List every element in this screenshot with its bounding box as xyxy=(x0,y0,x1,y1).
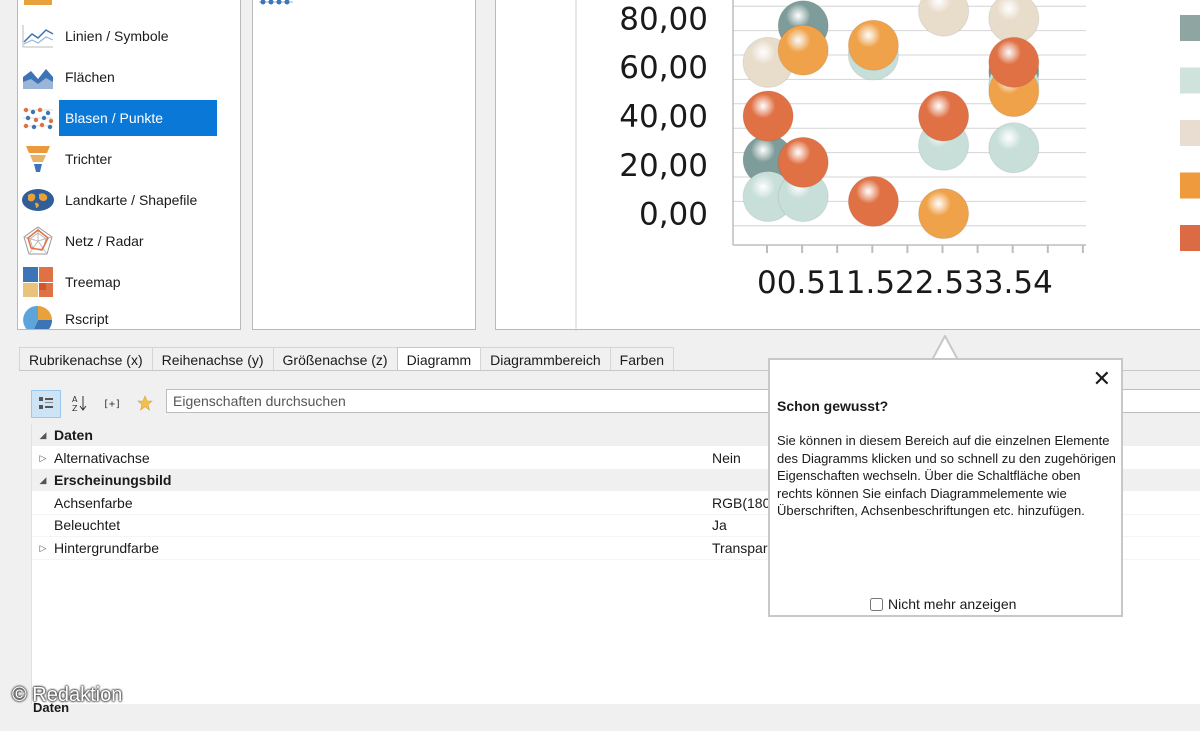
radar-chart-icon xyxy=(21,226,55,256)
chart-type-item-map[interactable]: Landkarte / Shapefile xyxy=(21,182,217,218)
y-axis-tick-label: 80,00 xyxy=(619,1,708,37)
add-property-icon: [+] xyxy=(103,397,121,412)
tab-0[interactable]: Rubrikenachse (x) xyxy=(19,347,153,371)
bubble-point[interactable] xyxy=(742,90,794,142)
property-name: Hintergrundfarbe xyxy=(54,539,160,556)
legend-swatch[interactable] xyxy=(1180,172,1200,199)
tip-title: Schon gewusst? xyxy=(777,398,889,414)
legend-swatch[interactable] xyxy=(1180,15,1200,41)
map-chart-icon xyxy=(21,185,55,215)
bubble-point[interactable] xyxy=(918,90,970,142)
chart-type-item-funnel[interactable]: Trichter xyxy=(21,141,217,177)
chart-type-item-treemap[interactable]: Treemap xyxy=(21,264,217,300)
dont-show-again-label: Nicht mehr anzeigen xyxy=(888,596,1017,612)
collapse-arrow-icon[interactable]: ◢ xyxy=(36,469,50,491)
sort-alphabetical-button[interactable]: AZ xyxy=(64,390,94,418)
bubble-chart-icon xyxy=(21,103,55,133)
expand-arrow-icon[interactable]: ▷ xyxy=(36,447,50,469)
svg-text:Z: Z xyxy=(72,404,78,412)
property-name: Achsenfarbe xyxy=(54,494,133,511)
property-value[interactable]: Transpar xyxy=(712,537,768,559)
bubble-subtype-icon[interactable] xyxy=(259,0,293,7)
property-name: Beleuchtet xyxy=(54,517,121,533)
area-chart-icon xyxy=(21,62,55,92)
tip-body: Sie können in diesem Bereich auf die ein… xyxy=(777,433,1116,518)
property-value[interactable]: RGB(180 xyxy=(712,492,770,514)
property-name: Alternativachse xyxy=(54,449,150,466)
svg-text:[+]: [+] xyxy=(103,399,121,409)
close-icon[interactable]: ✕ xyxy=(1093,366,1111,392)
y-axis-tick-label: 20,00 xyxy=(619,148,708,184)
funnel-chart-icon xyxy=(21,144,55,174)
sort-az-icon: AZ xyxy=(71,394,87,415)
property-name: Daten xyxy=(54,427,93,443)
collapse-arrow-icon[interactable]: ◢ xyxy=(36,424,50,446)
tab-3[interactable]: Diagramm xyxy=(396,347,482,372)
treemap-chart-icon xyxy=(21,267,55,297)
bubble-point[interactable] xyxy=(847,175,899,227)
categorized-view-button[interactable] xyxy=(31,390,61,418)
x-axis-tick-labels: 00.511.522.533.54 xyxy=(757,265,1053,301)
categorized-icon xyxy=(38,395,54,414)
chart-type-item-areas[interactable]: Flächen xyxy=(21,59,217,95)
legend-swatch[interactable] xyxy=(1180,120,1200,146)
add-property-button[interactable]: [+] xyxy=(97,390,127,418)
property-value[interactable]: Nein xyxy=(712,447,741,469)
chart-type-item-rscript[interactable]: Rscript xyxy=(21,301,217,329)
property-toolbar: AZ [+] xyxy=(31,389,163,419)
property-name: Erscheinungsbild xyxy=(54,472,172,488)
property-tabs: Rubrikenachse (x) Reihenachse (y) Größenac… xyxy=(19,347,675,372)
expand-arrow-icon[interactable]: ▷ xyxy=(36,537,50,559)
tab-1[interactable]: Reihenachse (y) xyxy=(151,347,274,371)
bubble-point[interactable] xyxy=(777,136,829,188)
chart-subtype-list[interactable] xyxy=(252,0,476,330)
chart-type-item-bubbles[interactable]: Blasen / Punkte xyxy=(21,100,217,136)
bubble-point[interactable] xyxy=(777,24,829,76)
bubble-point[interactable] xyxy=(988,36,1040,88)
dont-show-again-checkbox[interactable] xyxy=(870,597,883,611)
y-axis-tick-label: 60,00 xyxy=(619,50,708,86)
y-axis-tick-label: 0,00 xyxy=(639,197,708,233)
bubble-point[interactable] xyxy=(988,122,1040,174)
bubble-chart[interactable]: 0,00 20,00 40,00 60,00 80,00 00.511.522.533.… xyxy=(496,0,1200,331)
tip-popup: ✕ Schon gewusst? Sie können in diesem Be… xyxy=(768,358,1123,617)
tab-5[interactable]: Farben xyxy=(609,347,675,371)
tab-2[interactable]: Größenachse (z) xyxy=(272,347,398,371)
favorite-star-icon xyxy=(137,394,153,414)
bubble-point[interactable] xyxy=(918,188,970,240)
bar-chart-icon xyxy=(21,0,55,10)
y-axis-tick-label: 40,00 xyxy=(619,99,708,135)
property-value[interactable]: Ja xyxy=(712,514,727,536)
legend-swatch[interactable] xyxy=(1180,67,1200,94)
chart-type-item-lines[interactable]: Linien / Symbole xyxy=(21,18,217,54)
chart-type-item-radar[interactable]: Netz / Radar xyxy=(21,223,217,259)
chart-type-item-bar[interactable] xyxy=(21,0,217,13)
tab-4[interactable]: Diagrammbereich xyxy=(480,347,611,371)
rscript-chart-icon xyxy=(21,304,55,329)
dont-show-again[interactable]: Nicht mehr anzeigen xyxy=(870,596,1016,612)
chart-type-list[interactable]: Linien / Symbole Flächen Blasen / Punkte… xyxy=(17,0,241,330)
svg-text:A: A xyxy=(72,395,78,404)
chart-preview[interactable]: 0,00 20,00 40,00 60,00 80,00 00.511.522.533.… xyxy=(495,0,1200,331)
bubble-point[interactable] xyxy=(847,19,899,71)
watermark: © Redaktion xyxy=(12,684,123,706)
favorites-button[interactable] xyxy=(130,390,160,418)
legend-swatch[interactable] xyxy=(1180,225,1200,251)
line-chart-icon xyxy=(21,21,55,51)
